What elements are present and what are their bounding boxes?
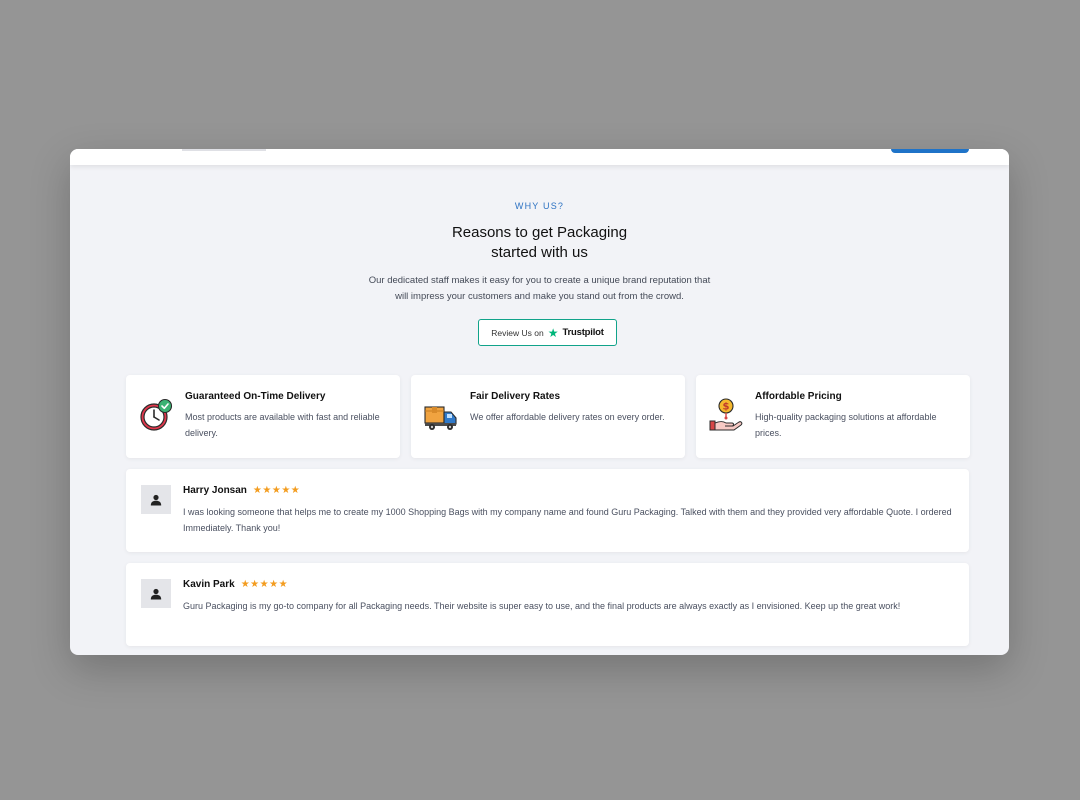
delivery-truck-icon <box>424 406 457 430</box>
feature-card-affordable-pricing: $ Affordable Pricing High-quality packag… <box>696 375 970 458</box>
reviewer-header: Harry Jonsan ★★★★★ <box>183 485 300 496</box>
reviewer-name: Harry Jonsan <box>183 485 247 496</box>
feature-title: Guaranteed On-Time Delivery <box>185 391 326 402</box>
browser-window: WHY US? Reasons to get Packaging started… <box>70 149 1009 655</box>
trustpilot-star-icon: ★ <box>547 325 559 340</box>
reviewer-name: Kavin Park <box>183 579 235 590</box>
section-title-line-1: Reasons to get Packaging <box>451 224 628 241</box>
feature-title: Affordable Pricing <box>755 391 842 402</box>
site-header <box>70 149 1009 165</box>
testimonial-card: Harry Jonsan ★★★★★ I was looking someone… <box>126 469 969 552</box>
review-text: I was looking someone that helps me to c… <box>183 507 952 533</box>
feature-description: High-quality packaging solutions at affo… <box>755 412 937 438</box>
feature-title: Fair Delivery Rates <box>470 391 561 402</box>
section-title: Reasons to get Packaging started with us <box>70 223 1009 263</box>
section-description: Our dedicated staff makes it easy for yo… <box>70 273 1009 305</box>
feature-description: Most products are available with fast an… <box>185 412 380 438</box>
star-rating: ★★★★★ <box>240 579 289 590</box>
hand-coin-icon: $ <box>709 398 743 431</box>
feature-description: We offer affordable delivery rates on ev… <box>470 412 665 422</box>
svg-text:$: $ <box>723 402 730 413</box>
section-description-line-2: will impress your customers and make you… <box>395 291 684 302</box>
review-text: Guru Packaging is my go-to company for a… <box>183 601 901 611</box>
feature-card-delivery-rates: Fair Delivery Rates We offer affordable … <box>411 375 685 458</box>
star-rating: ★★★★★ <box>252 485 301 496</box>
section-description-line-1: Our dedicated staff makes it easy for yo… <box>368 275 711 286</box>
header-cta-button[interactable] <box>891 149 969 153</box>
trustpilot-brand: Trustpilot <box>562 327 604 338</box>
review-button-label: Review Us on <box>491 327 544 338</box>
user-icon <box>150 494 162 505</box>
reviewer-header: Kavin Park ★★★★★ <box>183 579 288 590</box>
testimonial-card: Kavin Park ★★★★★ Guru Packaging is my go… <box>126 563 969 646</box>
clock-check-icon <box>140 398 173 431</box>
section-eyebrow: WHY US? <box>514 201 565 211</box>
section-title-line-2: started with us <box>491 244 588 261</box>
avatar <box>141 485 171 514</box>
user-icon <box>150 588 162 599</box>
header-logo[interactable] <box>182 149 266 151</box>
feature-card-on-time-delivery: Guaranteed On-Time Delivery Most product… <box>126 375 400 458</box>
avatar <box>141 579 171 608</box>
review-us-trustpilot-button[interactable]: Review Us on ★ Trustpilot <box>478 319 617 346</box>
